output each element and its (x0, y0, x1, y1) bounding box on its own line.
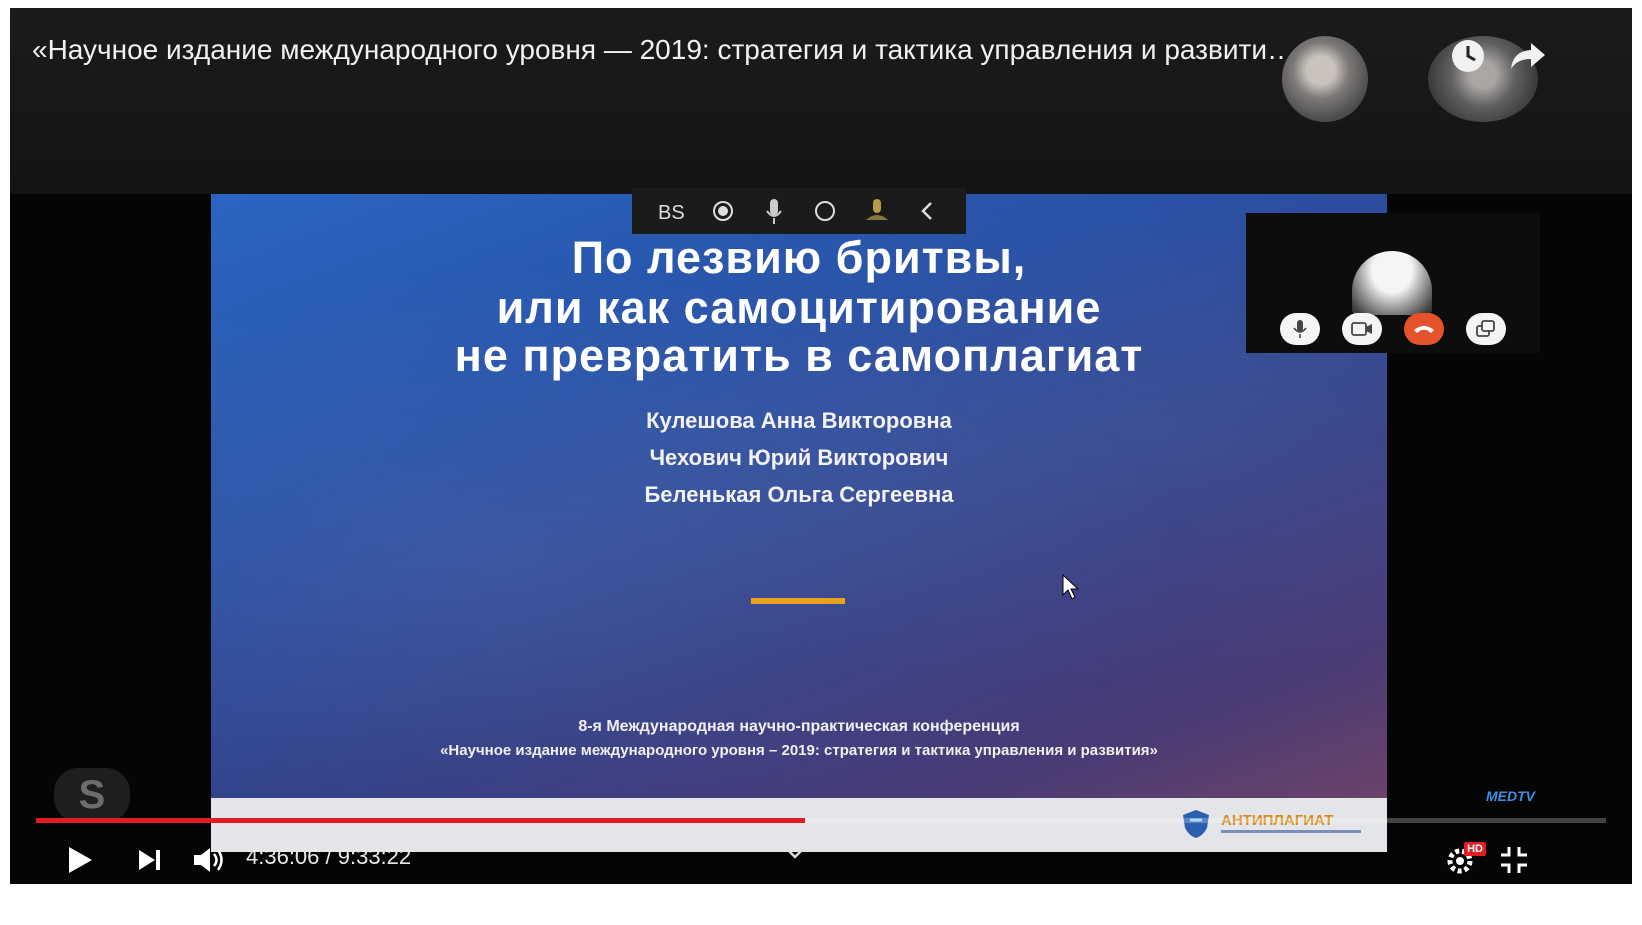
participants-icon[interactable]: BS (658, 197, 686, 225)
slide-author-1: Кулешова Анна Викторовна (646, 408, 952, 433)
pointer-cursor-icon (1062, 573, 1080, 600)
next-icon (139, 850, 160, 870)
video-title[interactable]: «Научное издание международного уровня —… (32, 34, 1502, 66)
mute-button[interactable] (1280, 313, 1320, 345)
mic-icon[interactable] (760, 197, 788, 225)
exit-fullscreen-button[interactable] (1494, 840, 1534, 880)
slide-author-3: Беленькая Ольга Сергеевна (644, 482, 954, 507)
chevron-down-icon (786, 848, 804, 859)
end-call-icon (1414, 326, 1434, 333)
slide-title-line-2: или как самоцитирование (496, 282, 1102, 333)
collapse-toolbar-icon[interactable] (913, 197, 941, 225)
record-icon[interactable] (709, 197, 737, 225)
video-player[interactable]: По лезвию бритвы, или как самоцитировани… (10, 8, 1632, 884)
progress-bar[interactable] (36, 818, 1606, 823)
progress-bar-played (36, 818, 806, 823)
slide-conference-line-2: «Научное издание международного уровня –… (440, 742, 1158, 759)
presenter-icon[interactable] (862, 197, 890, 225)
slide-conference-line-1: 8-я Международная научно-практическая ко… (578, 718, 1020, 735)
camera-icon (1351, 322, 1372, 336)
exit-fullscreen-icon (1501, 847, 1527, 873)
volume-icon (194, 848, 223, 872)
time-display: 4:36:06 / 9:33:22 (246, 844, 412, 869)
channel-watermark: MEDTV (1486, 788, 1535, 804)
hd-badge: HD (1464, 842, 1486, 856)
screen-share-toolbar: BS (632, 188, 966, 234)
self-video-preview (1352, 251, 1432, 315)
screen-share-button[interactable] (1466, 313, 1506, 345)
status-icon[interactable] (811, 197, 839, 225)
play-button[interactable] (60, 840, 100, 880)
share-button[interactable] (1506, 34, 1550, 78)
slide-accent-line (751, 598, 845, 604)
watch-later-icon (1452, 40, 1484, 72)
end-call-button[interactable] (1404, 313, 1444, 345)
top-title-bar: «Научное издание международного уровня —… (10, 8, 1632, 194)
slide-title-line-1: По лезвию бритвы, (571, 232, 1027, 283)
settings-button[interactable]: HD (1436, 840, 1486, 880)
mic-icon (1293, 320, 1307, 338)
logo-tagline (1221, 830, 1361, 833)
camera-button[interactable] (1342, 313, 1382, 345)
expand-button[interactable] (780, 838, 810, 868)
presentation-slide: По лезвию бритвы, или как самоцитировани… (211, 188, 1387, 800)
volume-button[interactable] (188, 840, 232, 880)
watch-later-button[interactable] (1446, 34, 1490, 78)
play-icon (69, 847, 92, 873)
participant-thumbnail-1[interactable] (1282, 36, 1368, 122)
slide-author-2: Чехович Юрий Викторович (649, 445, 949, 470)
screen-share-icon (1476, 320, 1495, 337)
skype-logo-icon: S (54, 768, 130, 822)
antiplagiat-shield-icon (1183, 810, 1209, 838)
share-icon (1511, 43, 1545, 69)
slide-title-line-3: не превратить в самоплагиат (454, 330, 1144, 381)
svg-text:BS: BS (658, 202, 685, 223)
next-button[interactable] (130, 840, 170, 880)
call-controls-panel (1246, 213, 1540, 353)
